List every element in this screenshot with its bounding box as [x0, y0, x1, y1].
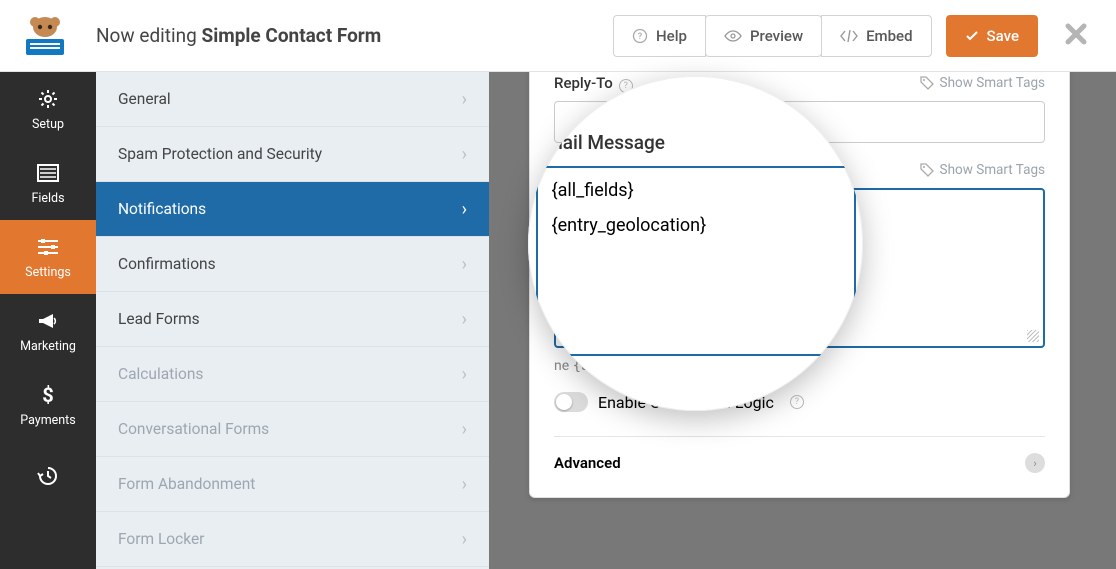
rail-payments[interactable]: $ Payments	[0, 368, 96, 442]
bullhorn-icon	[36, 309, 60, 333]
help-icon: ?	[632, 28, 648, 44]
chevron-right-icon: ›	[462, 309, 467, 330]
chevron-right-icon: ›	[462, 529, 467, 550]
subnav-conversational[interactable]: Conversational Forms›	[96, 402, 489, 457]
code-icon	[840, 30, 858, 42]
tag-icon	[920, 163, 934, 177]
preview-button[interactable]: Preview	[705, 15, 822, 57]
svg-text:$: $	[42, 384, 53, 406]
embed-button[interactable]: Embed	[821, 15, 931, 57]
notification-panel: Reply-To? Show Smart Tags Email Message	[529, 72, 1070, 498]
chevron-right-icon: ›	[462, 199, 467, 220]
chevron-right-icon: ›	[462, 419, 467, 440]
rail-settings[interactable]: Settings	[0, 220, 96, 294]
save-button[interactable]: Save	[946, 15, 1038, 57]
settings-subnav: General› Spam Protection and Security› N…	[96, 72, 489, 569]
rail-label: Setup	[32, 117, 64, 132]
smart-tags-toggle[interactable]: Show Smart Tags	[920, 162, 1045, 178]
subnav-notifications[interactable]: Notifications›	[96, 182, 489, 237]
reply-to-input[interactable]	[554, 101, 1045, 143]
help-icon[interactable]: ?	[790, 395, 804, 409]
subnav-spam[interactable]: Spam Protection and Security›	[96, 127, 489, 182]
main-area: Reply-To? Show Smart Tags Email Message	[489, 72, 1116, 569]
rail-label: Payments	[20, 413, 75, 428]
close-icon[interactable]	[1064, 22, 1092, 50]
email-message-textarea[interactable]: {all_fields} {entry_geolocation}	[554, 188, 1045, 348]
fields-icon	[36, 161, 60, 185]
email-message-label: Email Message	[554, 159, 676, 180]
divider	[554, 436, 1045, 437]
dollar-icon: $	[36, 383, 60, 407]
tag-icon	[920, 76, 934, 90]
conditional-logic-label: Enable Conditional Logic	[598, 393, 774, 412]
subnav-leadforms[interactable]: Lead Forms›	[96, 292, 489, 347]
sliders-icon	[36, 235, 60, 259]
chevron-right-icon: ›	[462, 474, 467, 495]
rail-label: Fields	[31, 191, 64, 206]
help-button[interactable]: ? Help	[613, 15, 706, 57]
subnav-calculations[interactable]: Calculations›	[96, 347, 489, 402]
rail-fields[interactable]: Fields	[0, 146, 96, 220]
subnav-confirmations[interactable]: Confirmations›	[96, 237, 489, 292]
gear-icon	[36, 87, 60, 111]
advanced-section-toggle[interactable]: Advanced ›	[554, 453, 1045, 473]
wpforms-logo	[14, 12, 76, 60]
subnav-general[interactable]: General›	[96, 72, 489, 127]
history-icon	[36, 464, 60, 488]
page-title: Now editing Simple Contact Form	[96, 24, 381, 47]
chevron-right-icon: ›	[1025, 453, 1045, 473]
rail-setup[interactable]: Setup	[0, 72, 96, 146]
smart-tags-toggle[interactable]: Show Smart Tags	[920, 75, 1045, 91]
reply-to-label: Reply-To	[554, 74, 613, 92]
help-icon[interactable]: ?	[619, 79, 633, 93]
subnav-abandonment[interactable]: Form Abandonment›	[96, 457, 489, 512]
topbar: Now editing Simple Contact Form ? Help P…	[0, 0, 1116, 72]
svg-text:?: ?	[638, 32, 643, 42]
rail-marketing[interactable]: Marketing	[0, 294, 96, 368]
helper-text: ne {all_fields} Smart Tag.	[554, 358, 1045, 374]
chevron-right-icon: ›	[462, 364, 467, 385]
rail-label: Marketing	[20, 339, 76, 354]
rail-revisions[interactable]	[0, 442, 96, 516]
resize-grip[interactable]	[1027, 330, 1039, 342]
check-icon	[965, 29, 979, 43]
chevron-right-icon: ›	[462, 254, 467, 275]
chevron-right-icon: ›	[462, 144, 467, 165]
sidebar-rail: Setup Fields Settings Marketing $ Paymen…	[0, 72, 96, 569]
eye-icon	[724, 28, 742, 44]
rail-label: Settings	[25, 265, 71, 280]
conditional-logic-toggle[interactable]	[554, 392, 588, 412]
chevron-right-icon: ›	[462, 89, 467, 110]
subnav-locker[interactable]: Form Locker›	[96, 512, 489, 567]
